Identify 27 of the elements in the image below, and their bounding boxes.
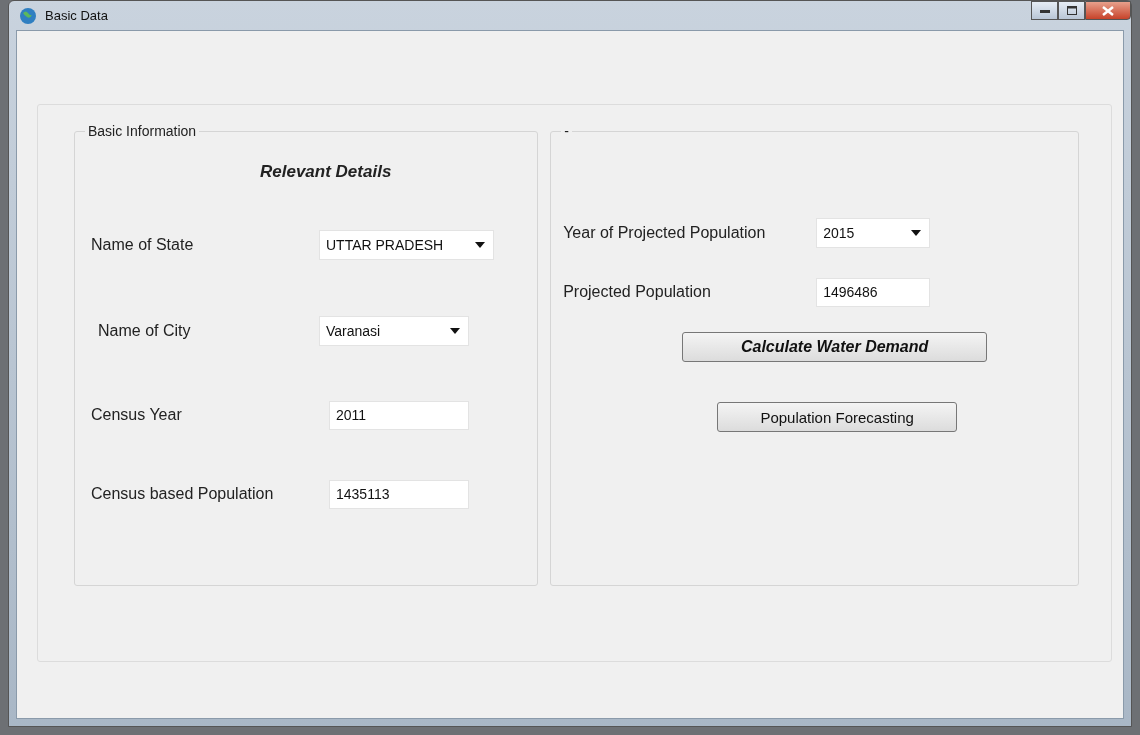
dropdown-caret-icon	[911, 230, 922, 236]
input-field[interactable]: 2011	[329, 400, 469, 430]
action-button[interactable]: Population Forecasting	[717, 402, 958, 432]
close-icon	[1102, 5, 1114, 16]
field-label: Name of City	[98, 322, 192, 340]
window-title: Basic Data	[45, 8, 109, 23]
dropdown[interactable]: UTTAR PRADESH	[319, 230, 494, 260]
input-field[interactable]: 1496486	[816, 277, 931, 307]
maximize-icon	[1066, 6, 1077, 15]
action-button[interactable]: Calculate Water Demand	[682, 332, 988, 362]
field-label: Name of State	[91, 236, 195, 254]
dropdown[interactable]: Varanasi	[319, 316, 469, 346]
dropdown-caret-icon	[450, 328, 460, 334]
close-button[interactable]	[1085, 1, 1131, 20]
section-heading: Relevant Details	[260, 162, 392, 182]
minimize-button[interactable]	[1031, 1, 1058, 20]
dropdown[interactable]: 2015	[816, 218, 931, 248]
field-label: Census Year	[91, 406, 183, 424]
maximize-button[interactable]	[1058, 1, 1085, 20]
dropdown-caret-icon	[475, 242, 485, 248]
field-label: Census based Population	[91, 485, 275, 503]
group-title: Basic Information	[85, 123, 200, 139]
field-label: Projected Population	[563, 283, 712, 301]
field-label: Year of Projected Population	[563, 224, 767, 242]
input-field[interactable]: 1435113	[329, 479, 469, 509]
globe-icon	[19, 6, 37, 25]
minimize-icon	[1039, 8, 1050, 13]
